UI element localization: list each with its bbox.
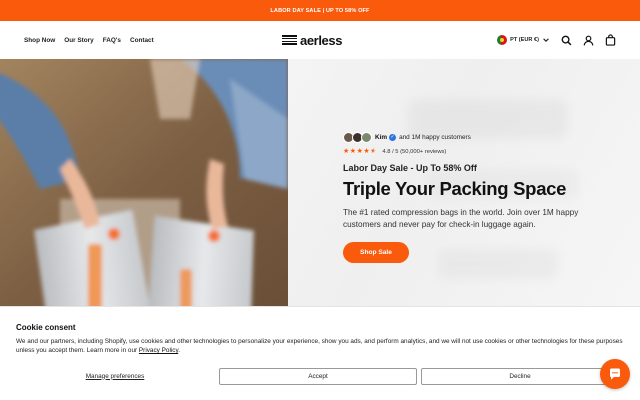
half-star-icon: ★	[370, 148, 377, 155]
verified-badge-icon: ✓	[389, 133, 397, 141]
hero-image	[0, 59, 288, 306]
chat-button[interactable]	[600, 359, 630, 389]
nav-contact[interactable]: Contact	[130, 37, 154, 44]
avatar	[361, 131, 372, 143]
rating-text: 4.8 / 5 (50,000+ reviews)	[382, 148, 447, 155]
reviewer-name: Kim	[375, 133, 388, 141]
decline-button[interactable]: Decline	[421, 368, 619, 385]
cookie-body: We and our partners, including Shopify, …	[16, 338, 623, 354]
hero-content: Kim ✓ and 1M happy customers ★ ★ ★ ★ ★ 4…	[343, 131, 603, 263]
locale-label: PT (EUR €)	[510, 37, 539, 43]
site-header: Shop Now Our Story FAQ's Contact aerless…	[0, 21, 640, 59]
nav-shop-now[interactable]: Shop Now	[24, 37, 55, 44]
star-icon: ★	[363, 148, 370, 155]
chat-bubble-icon	[610, 368, 620, 380]
logo-mark	[282, 35, 297, 45]
account-icon[interactable]	[582, 34, 594, 46]
main-nav: Shop Now Our Story FAQ's Contact	[24, 21, 154, 59]
announcement-text: LABOR DAY SALE | UP TO 58% OFF	[270, 7, 370, 14]
reviewer-text: and 1M happy customers	[399, 133, 471, 141]
cookie-text: We and our partners, including Shopify, …	[16, 338, 623, 354]
shop-sale-button[interactable]: Shop Sale	[343, 242, 409, 263]
nav-faqs[interactable]: FAQ's	[103, 37, 121, 44]
locale-selector[interactable]: PT (EUR €)	[497, 35, 550, 45]
cookie-title: Cookie consent	[16, 323, 76, 332]
hero-subtext: The #1 rated compression bags in the wor…	[343, 208, 579, 229]
star-icon: ★	[343, 148, 350, 155]
header-utilities: PT (EUR €)	[497, 21, 616, 59]
portugal-flag-icon	[497, 35, 508, 45]
privacy-policy-link[interactable]: Privacy Policy	[139, 347, 178, 354]
nav-our-story[interactable]: Our Story	[64, 37, 93, 44]
rating-row: ★ ★ ★ ★ ★ 4.8 / 5 (50,000+ reviews)	[343, 147, 603, 156]
manage-preferences-link[interactable]: Manage preferences	[16, 368, 214, 384]
promo-text: Labor Day Sale - Up To 58% Off	[343, 163, 477, 173]
star-rating: ★ ★ ★ ★ ★	[343, 148, 376, 155]
chevron-down-icon	[543, 38, 549, 42]
packing-bags-image	[0, 59, 288, 306]
social-proof: Kim ✓ and 1M happy customers	[343, 131, 603, 143]
site-logo[interactable]: aerless	[282, 32, 343, 48]
announcement-bar: LABOR DAY SALE | UP TO 58% OFF	[0, 0, 640, 21]
search-icon[interactable]	[560, 34, 572, 46]
star-icon: ★	[349, 148, 357, 155]
star-icon: ★	[356, 148, 363, 155]
hero-headline: Triple Your Packing Space	[343, 178, 567, 199]
avatar-group	[343, 131, 372, 143]
cookie-banner: Cookie consent We and our partners, incl…	[0, 306, 640, 400]
logo-text: aerless	[300, 32, 343, 48]
accept-button[interactable]: Accept	[219, 368, 417, 385]
cart-icon[interactable]	[604, 34, 616, 46]
